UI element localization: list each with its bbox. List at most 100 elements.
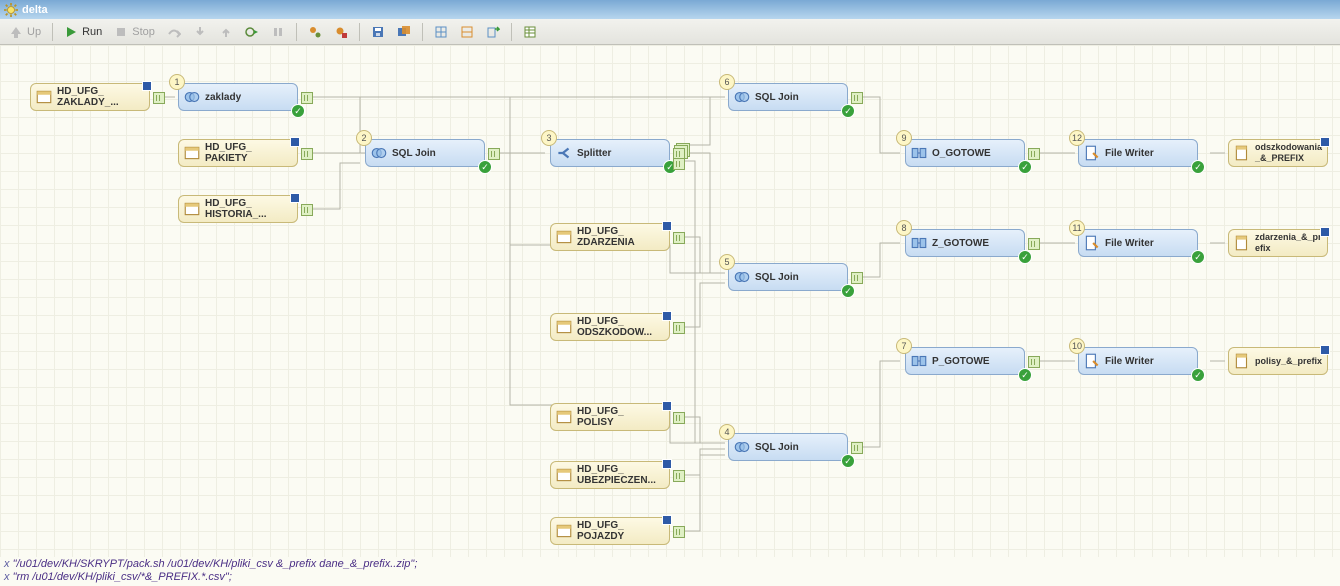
tool-grid-b-button[interactable] — [455, 22, 479, 42]
table-icon — [555, 465, 573, 485]
step-out-button[interactable] — [214, 22, 238, 42]
output-port[interactable] — [673, 232, 685, 244]
node-output-odszkodowania[interactable]: odszkodowania_&_PREFIX — [1228, 139, 1328, 167]
saved-mark-icon — [1320, 345, 1330, 355]
toolbar: Up Run Stop — [0, 19, 1340, 45]
output-port[interactable] — [673, 526, 685, 538]
step-into-icon — [193, 25, 207, 39]
sequence-badge: 12 — [1069, 130, 1085, 146]
stop-label: Stop — [132, 26, 155, 38]
status-area: x "/u01/dev/KH/SKRYPT/pack.sh /u01/dev/K… — [0, 557, 1340, 586]
stop-button[interactable]: Stop — [109, 22, 160, 42]
node-o-gotowe[interactable]: 9 O_GOTOWE ✓ — [905, 139, 1025, 167]
output-port[interactable] — [1028, 356, 1040, 368]
node-source-ubezp[interactable]: HD_UFG_UBEZPIECZEN... — [550, 461, 670, 489]
node-sqljoin-2[interactable]: 2 SQL Join ✓ — [365, 139, 485, 167]
saved-mark-icon — [1320, 137, 1330, 147]
save-button[interactable] — [366, 22, 390, 42]
output-port[interactable] — [301, 204, 313, 216]
saved-mark-icon — [290, 193, 300, 203]
tool-spreadsheet-button[interactable] — [518, 22, 542, 42]
status-ok-icon: ✓ — [1018, 160, 1032, 174]
transform-icon — [910, 351, 928, 371]
output-port[interactable] — [301, 148, 313, 160]
file-write-icon — [1083, 351, 1101, 371]
tool-profile-button[interactable] — [303, 22, 327, 42]
table-icon — [555, 317, 573, 337]
sequence-badge: 6 — [719, 74, 735, 90]
output-port[interactable] — [1028, 238, 1040, 250]
output-port[interactable] — [851, 92, 863, 104]
diagram-canvas[interactable]: HD_UFG_ZAKLADY_... HD_UFG_PAKIETY HD_UFG… — [0, 45, 1340, 565]
sequence-badge: 5 — [719, 254, 735, 270]
output-port[interactable] — [851, 272, 863, 284]
node-sqljoin-5[interactable]: 5 SQL Join ✓ — [728, 263, 848, 291]
sequence-badge: 9 — [896, 130, 912, 146]
pause-button[interactable] — [266, 22, 290, 42]
table-icon — [183, 199, 201, 219]
debug-run-button[interactable] — [240, 22, 264, 42]
status-ok-icon: ✓ — [1191, 250, 1205, 264]
node-sqljoin-6[interactable]: 6 SQL Join ✓ — [728, 83, 848, 111]
status-ok-icon: ✓ — [841, 104, 855, 118]
splitter-icon — [555, 143, 573, 163]
status-ok-icon: ✓ — [1018, 250, 1032, 264]
node-p-gotowe[interactable]: 7 P_GOTOWE ✓ — [905, 347, 1025, 375]
table-icon — [555, 521, 573, 541]
output-port[interactable] — [488, 148, 500, 160]
node-z-gotowe[interactable]: 8 Z_GOTOWE ✓ — [905, 229, 1025, 257]
file-write-icon — [1083, 143, 1101, 163]
status-prefix: x — [4, 571, 13, 583]
sequence-badge: 3 — [541, 130, 557, 146]
saved-mark-icon — [142, 81, 152, 91]
node-label: File Writer — [1105, 238, 1193, 249]
node-file-writer-11[interactable]: 11 File Writer ✓ — [1078, 229, 1198, 257]
run-button[interactable]: Run — [59, 22, 107, 42]
node-label: SQL Join — [755, 272, 843, 283]
file-icon — [1233, 233, 1251, 253]
saved-mark-icon — [662, 221, 672, 231]
file-icon — [1233, 351, 1251, 371]
status-ok-icon: ✓ — [478, 160, 492, 174]
node-splitter[interactable]: 3 Splitter ✓ — [550, 139, 670, 167]
node-zaklady[interactable]: 1 zaklady ✓ — [178, 83, 298, 111]
output-port[interactable] — [851, 442, 863, 454]
gear-stop-icon — [334, 25, 348, 39]
up-button[interactable]: Up — [4, 22, 46, 42]
output-port[interactable] — [673, 322, 685, 334]
node-output-polisy[interactable]: polisy_&_prefix — [1228, 347, 1328, 375]
save-as-button[interactable] — [392, 22, 416, 42]
grid-icon — [434, 25, 448, 39]
node-source-zdarzenia[interactable]: HD_UFG_ZDARZENIA — [550, 223, 670, 251]
node-label: HD_UFG_ZAKLADY_... — [57, 86, 145, 108]
output-port[interactable] — [301, 92, 313, 104]
node-source-historia[interactable]: HD_UFG_HISTORIA_... — [178, 195, 298, 223]
grid-alt-icon — [460, 25, 474, 39]
output-port[interactable] — [673, 412, 685, 424]
node-sqljoin-4[interactable]: 4 SQL Join ✓ — [728, 433, 848, 461]
node-source-zaklady[interactable]: HD_UFG_ZAKLADY_... — [30, 83, 150, 111]
output-port[interactable] — [673, 470, 685, 482]
node-file-writer-10[interactable]: 10 File Writer ✓ — [1078, 347, 1198, 375]
sequence-badge: 4 — [719, 424, 735, 440]
step-into-button[interactable] — [188, 22, 212, 42]
node-source-pakiety[interactable]: HD_UFG_PAKIETY — [178, 139, 298, 167]
output-port[interactable] — [153, 92, 165, 104]
output-port[interactable] — [1028, 148, 1040, 160]
tool-export-button[interactable] — [481, 22, 505, 42]
node-output-zdarzenia[interactable]: zdarzenia_&_prefix — [1228, 229, 1328, 257]
tool-grid-a-button[interactable] — [429, 22, 453, 42]
up-label: Up — [27, 26, 41, 38]
node-label: Splitter — [577, 148, 665, 159]
join-icon — [370, 143, 388, 163]
node-source-polisy[interactable]: HD_UFG_POLISY — [550, 403, 670, 431]
node-source-odszkodow[interactable]: HD_UFG_ODSZKODOW... — [550, 313, 670, 341]
status-ok-icon: ✓ — [841, 454, 855, 468]
output-port[interactable] — [673, 158, 685, 170]
saved-mark-icon — [662, 515, 672, 525]
status-ok-icon: ✓ — [291, 104, 305, 118]
node-file-writer-12[interactable]: 12 File Writer ✓ — [1078, 139, 1198, 167]
step-over-button[interactable] — [162, 22, 186, 42]
node-source-pojazdy[interactable]: HD_UFG_POJAZDY — [550, 517, 670, 545]
tool-stop-profile-button[interactable] — [329, 22, 353, 42]
